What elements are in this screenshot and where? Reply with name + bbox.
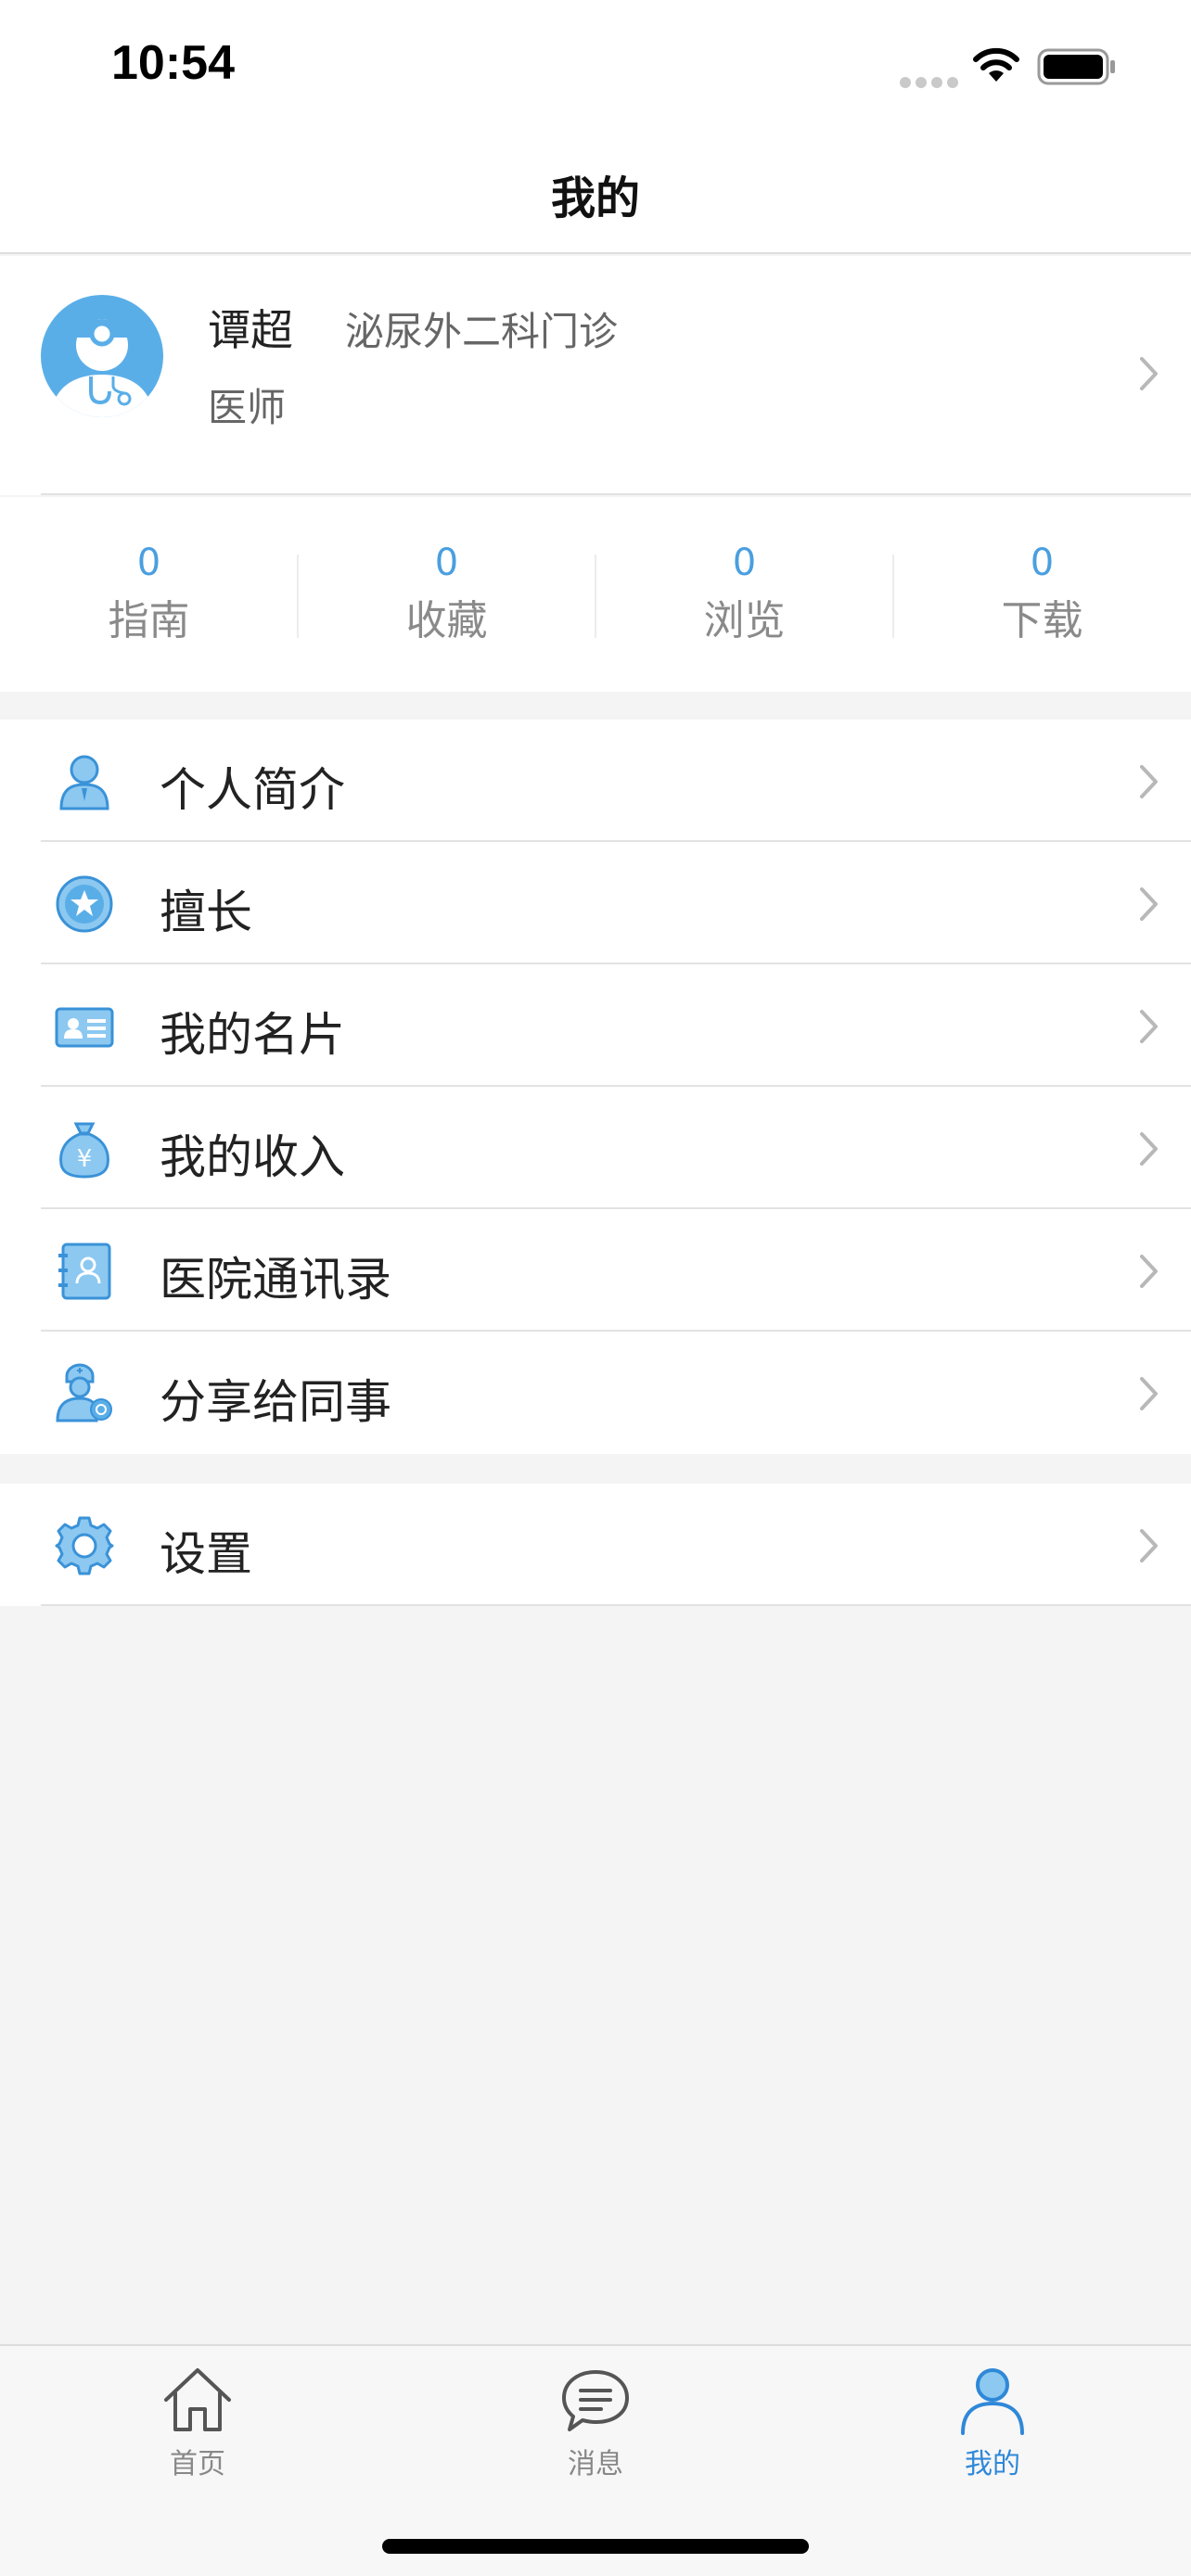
chevron-right-icon: [1140, 765, 1158, 798]
menu-item-label: 我的收入: [160, 1130, 345, 1184]
menu-item-label: 分享给同事: [160, 1375, 391, 1429]
star-badge-icon: [56, 875, 113, 933]
stat-guides[interactable]: 0 指南: [0, 540, 298, 651]
stat-browsed[interactable]: 0 浏览: [596, 540, 893, 651]
stat-downloads[interactable]: 0 下载: [893, 540, 1191, 651]
tab-label: 消息: [568, 2448, 623, 2480]
stat-count: 0: [1030, 542, 1055, 584]
stat-label: 下载: [1001, 597, 1083, 644]
stat-label: 收藏: [405, 597, 488, 644]
menu-item-hospital-directory[interactable]: 医院通讯录: [0, 1209, 1191, 1332]
id-card-icon: [55, 1007, 114, 1048]
menu-item-settings[interactable]: 设置: [0, 1484, 1191, 1606]
gear-icon: [55, 1516, 114, 1575]
tab-label: 我的: [965, 2448, 1020, 2480]
home-indicator: [382, 2539, 809, 2554]
menu-item-income[interactable]: ¥ 我的收入: [0, 1087, 1191, 1209]
stat-favorites[interactable]: 0 收藏: [298, 540, 596, 651]
menu-group-settings: 设置: [0, 1484, 1191, 1606]
chevron-right-icon: [1140, 1010, 1158, 1043]
menu-group-main: 个人简介 擅长 我的名片 ¥ 我的收入 医院通讯录 分享给同事: [0, 720, 1191, 1454]
chevron-right-icon: [1140, 1529, 1158, 1562]
share-doctor-icon: [56, 1363, 112, 1422]
profile-card[interactable]: 谭超 泌尿外二科门诊 医师: [0, 256, 1191, 495]
divider: [41, 493, 1191, 495]
stat-label: 指南: [108, 597, 190, 644]
cellular-signal-icon: [900, 74, 963, 92]
money-bag-icon: ¥: [59, 1122, 109, 1179]
chevron-right-icon: [1140, 1132, 1158, 1166]
contacts-book-icon: [58, 1243, 111, 1300]
status-bar: 10:54: [0, 0, 1191, 130]
menu-item-label: 医院通讯录: [160, 1253, 391, 1307]
menu-item-share-colleague[interactable]: 分享给同事: [0, 1332, 1191, 1454]
tab-label: 首页: [170, 2448, 225, 2480]
doctor-name: 谭超: [208, 305, 293, 355]
stats-row: 0 指南 0 收藏 0 浏览 0 下载: [0, 497, 1191, 692]
tab-home[interactable]: 首页: [105, 2363, 290, 2481]
tab-messages[interactable]: 消息: [503, 2363, 688, 2481]
stat-label: 浏览: [703, 597, 786, 644]
svg-text:¥: ¥: [77, 1145, 93, 1173]
profile-icon: [961, 2368, 1024, 2435]
wifi-icon: [973, 47, 1019, 82]
menu-item-label: 我的名片: [160, 1008, 345, 1062]
chevron-right-icon: [1140, 1255, 1158, 1288]
stat-count: 0: [434, 542, 459, 584]
battery-icon: [1037, 48, 1115, 85]
stat-count: 0: [732, 542, 757, 584]
stat-count: 0: [136, 542, 161, 584]
chevron-right-icon: [1140, 357, 1158, 390]
chevron-right-icon: [1140, 1377, 1158, 1410]
status-time: 10:54: [111, 36, 235, 90]
home-icon: [164, 2368, 231, 2431]
navigation-bar: 我的: [0, 130, 1191, 254]
doctor-department: 泌尿外二科门诊: [345, 309, 619, 354]
page-title: 我的: [550, 172, 640, 224]
menu-item-label: 个人简介: [160, 763, 345, 817]
menu-item-business-card[interactable]: 我的名片: [0, 964, 1191, 1087]
message-icon: [562, 2370, 629, 2431]
menu-item-label: 擅长: [160, 886, 252, 939]
menu-item-label: 设置: [160, 1527, 252, 1581]
divider: [41, 1604, 1191, 1606]
chevron-right-icon: [1140, 887, 1158, 921]
menu-item-specialty[interactable]: 擅长: [0, 842, 1191, 964]
tab-mine[interactable]: 我的: [900, 2363, 1085, 2481]
person-icon: [59, 755, 109, 810]
doctor-title: 医师: [208, 385, 287, 430]
menu-item-profile-intro[interactable]: 个人简介: [0, 720, 1191, 842]
doctor-avatar-icon: [41, 295, 163, 417]
